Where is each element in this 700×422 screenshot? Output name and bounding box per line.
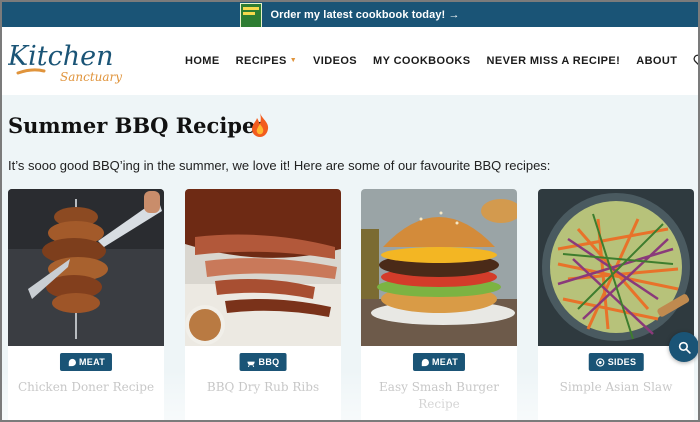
svg-text:Sanctuary: Sanctuary bbox=[60, 70, 122, 84]
svg-text:Kitchen: Kitchen bbox=[8, 41, 114, 72]
page-title: Summer BBQ Recipes bbox=[8, 113, 268, 138]
nav-videos[interactable]: VIDEOS bbox=[313, 55, 357, 67]
recipe-image[interactable] bbox=[538, 189, 694, 346]
category-badge[interactable]: MEAT bbox=[412, 353, 466, 371]
nav-never-miss-a-recipe[interactable]: NEVER MISS A RECIPE! bbox=[487, 55, 621, 67]
nav-my-cookbooks[interactable]: MY COOKBOOKS bbox=[373, 55, 471, 67]
meat-icon bbox=[420, 358, 429, 367]
category-badge[interactable]: BBQ bbox=[239, 353, 287, 371]
promo-banner[interactable]: Order my latest cookbook today! → bbox=[2, 2, 698, 33]
recipe-title[interactable]: Chicken Doner Recipe bbox=[12, 379, 160, 396]
promo-link[interactable]: Order my latest cookbook today! → bbox=[270, 9, 459, 21]
nav-about[interactable]: ABOUT bbox=[636, 55, 677, 67]
recipe-title[interactable]: Simple Asian Slaw bbox=[542, 379, 690, 396]
search-icon bbox=[678, 341, 691, 354]
chevron-down-icon: ▼ bbox=[289, 57, 298, 64]
nav-recipes-label: RECIPES bbox=[235, 55, 287, 67]
recipe-image[interactable] bbox=[361, 189, 517, 346]
category-badge[interactable]: MEAT bbox=[59, 353, 113, 371]
category-badge[interactable]: SIDES bbox=[588, 353, 644, 371]
nav-home[interactable]: HOME bbox=[185, 55, 220, 67]
meat-icon bbox=[67, 358, 76, 367]
sides-icon bbox=[596, 357, 605, 367]
floating-search-button[interactable] bbox=[669, 332, 698, 362]
site-header: Kitchen Sanctuary HOME RECIPES ▼ VIDEOS M… bbox=[2, 27, 698, 95]
intro-text: It’s sooo good BBQ’ing in the summer, we… bbox=[8, 158, 551, 173]
category-label: BBQ bbox=[258, 357, 280, 367]
recipe-card[interactable]: BBQ BBQ Dry Rub Ribs bbox=[185, 189, 341, 420]
recipe-card[interactable]: MEAT Easy Smash Burger Recipe bbox=[361, 189, 517, 420]
recipe-image[interactable] bbox=[185, 189, 341, 346]
browser-frame: Order my latest cookbook today! → Kitche… bbox=[0, 0, 700, 422]
main-content: Summer BBQ Recipes It’s sooo good BBQ’in… bbox=[2, 95, 698, 420]
site-logo[interactable]: Kitchen Sanctuary bbox=[8, 33, 128, 91]
bbq-icon bbox=[247, 358, 256, 367]
heart-icon[interactable] bbox=[693, 54, 698, 68]
category-label: MEAT bbox=[78, 357, 106, 367]
recipe-title[interactable]: Easy Smash Burger Recipe bbox=[365, 379, 513, 413]
nav-recipes[interactable]: RECIPES ▼ bbox=[236, 55, 297, 67]
recipe-image[interactable] bbox=[8, 189, 164, 346]
recipe-card[interactable]: MEAT Chicken Doner Recipe bbox=[8, 189, 164, 420]
recipe-title[interactable]: BBQ Dry Rub Ribs bbox=[189, 379, 337, 396]
main-navigation: HOME RECIPES ▼ VIDEOS MY COOKBOOKS NEVER … bbox=[185, 54, 698, 68]
category-label: SIDES bbox=[607, 357, 637, 367]
category-label: MEAT bbox=[431, 357, 459, 367]
recipe-card[interactable]: SIDES Simple Asian Slaw bbox=[538, 189, 694, 420]
fire-icon bbox=[252, 113, 269, 137]
